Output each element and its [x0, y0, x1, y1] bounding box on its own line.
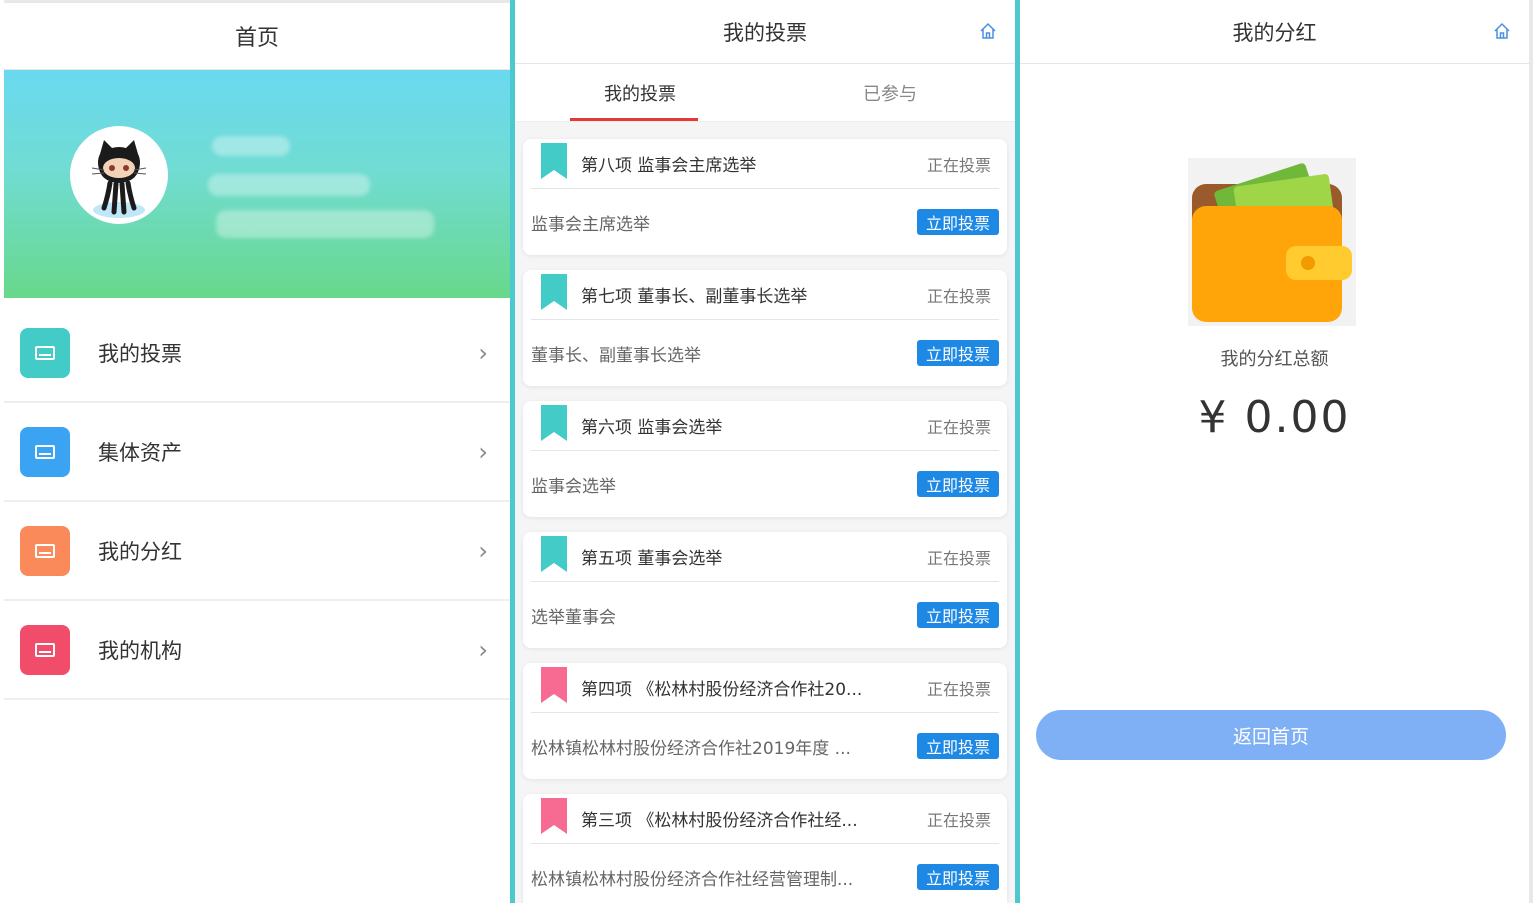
vote-description: 监事会选举	[531, 476, 616, 497]
vote-now-button[interactable]: 立即投票	[917, 209, 999, 235]
status-badge: 正在投票	[926, 417, 991, 437]
vote-card[interactable]: 第五项 董事会选举 正在投票 选举董事会 立即投票	[523, 532, 1007, 648]
dividend-amount: ¥ 0.00	[1198, 392, 1351, 443]
menu-item-my-dividends[interactable]: 我的分红 ›	[4, 502, 510, 601]
tab-participated[interactable]: 已参与	[765, 64, 1015, 121]
home-panel: 首页 我的投票 › 集体资产 › 我的分红 › 我的机构 ›	[4, 0, 510, 903]
menu-label: 我的机构	[98, 638, 182, 663]
menu-label: 集体资产	[98, 440, 182, 465]
card-icon	[20, 327, 70, 378]
page-title: 我的分红	[1232, 20, 1317, 45]
status-badge: 正在投票	[926, 548, 991, 568]
chevron-right-icon: ›	[478, 635, 488, 664]
card-icon	[20, 624, 70, 675]
chevron-right-icon: ›	[478, 536, 488, 565]
vote-card[interactable]: 第六项 监事会选举 正在投票 监事会选举 立即投票	[523, 401, 1007, 517]
vote-title: 第五项 董事会选举	[581, 549, 723, 569]
vote-now-button[interactable]: 立即投票	[917, 340, 999, 366]
chevron-right-icon: ›	[478, 437, 488, 466]
vote-now-button[interactable]: 立即投票	[917, 602, 999, 628]
back-home-button[interactable]: 返回首页	[1036, 710, 1506, 760]
dividend-total-label: 我的分红总额	[1220, 349, 1329, 370]
tab-my-votes[interactable]: 我的投票	[515, 64, 765, 121]
status-badge: 正在投票	[926, 679, 991, 699]
bookmark-icon	[541, 798, 567, 834]
vote-title: 第三项 《松林村股份经济合作社经...	[581, 811, 858, 831]
vote-title: 第八项 监事会主席选举	[581, 156, 757, 176]
bookmark-icon	[541, 536, 567, 572]
vote-title: 第七项 董事长、副董事长选举	[581, 287, 808, 307]
page-header: 我的投票	[515, 0, 1015, 64]
dividend-panel: 我的分红 我的分红总额 ¥ 0.00 返回首页	[1020, 0, 1533, 903]
bookmark-icon	[541, 405, 567, 441]
vote-card[interactable]: 第八项 监事会主席选举 正在投票 监事会主席选举 立即投票	[523, 139, 1007, 255]
blurred-info-2	[216, 210, 434, 238]
page-header: 我的分红	[1020, 0, 1529, 64]
tab-bar: 我的投票 已参与	[515, 64, 1015, 122]
home-icon[interactable]	[979, 22, 997, 40]
avatar[interactable]	[70, 126, 168, 224]
vote-title: 第六项 监事会选举	[581, 418, 723, 438]
page-title: 首页	[4, 3, 510, 70]
bookmark-icon	[541, 143, 567, 179]
blurred-info	[208, 174, 370, 196]
vote-card[interactable]: 第三项 《松林村股份经济合作社经... 正在投票 松林镇松林村股份经济合作社经营…	[523, 794, 1007, 903]
bookmark-icon	[541, 667, 567, 703]
vote-list: 第八项 监事会主席选举 正在投票 监事会主席选举 立即投票 第七项 董事长、副董…	[515, 122, 1015, 903]
status-badge: 正在投票	[926, 810, 991, 830]
blurred-name	[212, 136, 290, 156]
menu-label: 我的分红	[98, 539, 182, 564]
status-badge: 正在投票	[926, 286, 991, 306]
page-title: 我的投票	[723, 20, 807, 45]
vote-card[interactable]: 第四项 《松林村股份经济合作社20... 正在投票 松林镇松林村股份经济合作社2…	[523, 663, 1007, 779]
menu-item-my-votes[interactable]: 我的投票 ›	[4, 304, 510, 403]
octocat-icon	[91, 140, 147, 218]
bookmark-icon	[541, 274, 567, 310]
profile-banner	[4, 70, 510, 298]
vote-card[interactable]: 第七项 董事长、副董事长选举 正在投票 董事长、副董事长选举 立即投票	[523, 270, 1007, 386]
vote-description: 松林镇松林村股份经济合作社经营管理制...	[531, 869, 854, 890]
vote-now-button[interactable]: 立即投票	[917, 471, 999, 497]
wallet-icon	[1188, 158, 1356, 326]
vote-title: 第四项 《松林村股份经济合作社20...	[581, 680, 863, 700]
vote-description: 董事长、副董事长选举	[531, 345, 701, 366]
vote-now-button[interactable]: 立即投票	[917, 733, 999, 759]
menu-item-my-organization[interactable]: 我的机构 ›	[4, 601, 510, 700]
vote-description: 监事会主席选举	[531, 214, 650, 235]
vote-description: 松林镇松林村股份经济合作社2019年度 ...	[531, 738, 851, 759]
menu-item-collective-assets[interactable]: 集体资产 ›	[4, 403, 510, 502]
home-icon[interactable]	[1493, 22, 1511, 40]
card-icon	[20, 426, 70, 477]
status-badge: 正在投票	[926, 155, 991, 175]
vote-now-button[interactable]: 立即投票	[917, 864, 999, 890]
card-icon	[20, 525, 70, 576]
chevron-right-icon: ›	[478, 338, 488, 367]
screenshot-stage: 首页 我的投票 › 集体资产 › 我的分红 › 我的机构 › 我的投票 我的投票…	[0, 0, 1533, 903]
menu-label: 我的投票	[98, 341, 182, 366]
vote-description: 选举董事会	[531, 607, 616, 628]
votes-panel: 我的投票 我的投票 已参与 第八项 监事会主席选举 正在投票 监事会主席选举 立…	[515, 0, 1015, 903]
